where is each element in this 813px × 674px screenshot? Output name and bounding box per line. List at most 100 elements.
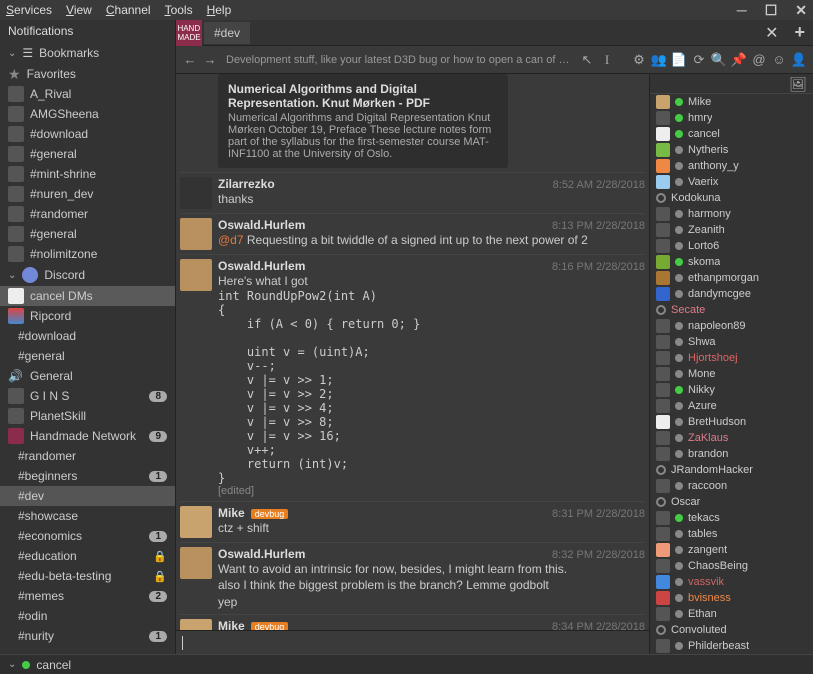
user-row[interactable]: ethanpmorgan xyxy=(650,270,813,286)
message-input[interactable] xyxy=(183,636,643,650)
sidebar-channel[interactable]: #randomer xyxy=(0,446,175,466)
user-row[interactable]: Mike xyxy=(650,94,813,110)
users-icon[interactable]: 👥 xyxy=(651,52,667,68)
avatar[interactable] xyxy=(180,506,212,538)
maximize-button[interactable]: ☐ xyxy=(765,2,778,19)
tab-dev[interactable]: #dev xyxy=(204,22,250,44)
image-icon[interactable]: 🖼 xyxy=(789,76,807,91)
refresh-icon[interactable]: ⟳ xyxy=(691,52,707,68)
search-icon[interactable]: 🔍 xyxy=(711,52,727,68)
user-row[interactable]: ZaKlaus xyxy=(650,430,813,446)
members-icon[interactable]: 👤 xyxy=(791,52,807,68)
user-row[interactable]: bvisness xyxy=(650,590,813,606)
sidebar-channel[interactable]: #edu-beta-testing🔒 xyxy=(0,566,175,586)
message-author[interactable]: Mike xyxy=(218,619,245,630)
sidebar-channel[interactable]: #education🔒 xyxy=(0,546,175,566)
sidebar-channel[interactable]: #download xyxy=(0,326,175,346)
ripcord-item[interactable]: Ripcord xyxy=(0,306,175,326)
sidebar-channel[interactable]: #odin xyxy=(0,606,175,626)
sidebar-favorite[interactable]: #nuren_dev xyxy=(0,184,175,204)
user-row[interactable]: Mone xyxy=(650,366,813,382)
avatar[interactable] xyxy=(180,218,212,250)
sidebar-favorite[interactable]: AMGSheena xyxy=(0,104,175,124)
user-row[interactable]: BretHudson xyxy=(650,414,813,430)
message-author[interactable]: Mike xyxy=(218,506,245,520)
message-author[interactable]: Oswald.Hurlem xyxy=(218,259,305,273)
sidebar-channel[interactable]: #memes2 xyxy=(0,586,175,606)
emoji-icon[interactable]: ☺ xyxy=(771,52,787,68)
sidebar-channel[interactable]: #economics1 xyxy=(0,526,175,546)
close-button[interactable]: ✕ xyxy=(795,2,807,19)
message-author[interactable]: Oswald.Hurlem xyxy=(218,547,305,561)
menu-channel[interactable]: Channel xyxy=(106,3,151,17)
user-row[interactable]: Shwa xyxy=(650,334,813,350)
cursor-icon[interactable]: ↖ xyxy=(579,52,595,68)
user-row[interactable]: cancel xyxy=(650,126,813,142)
user-row[interactable]: Kodokuna xyxy=(650,190,813,206)
user-row[interactable]: Nikky xyxy=(650,382,813,398)
sidebar-channel[interactable]: #showcase xyxy=(0,506,175,526)
message-author[interactable]: Zilarrezko xyxy=(218,177,275,191)
notifications-header[interactable]: Notifications xyxy=(0,20,175,42)
user-row[interactable]: hmry xyxy=(650,110,813,126)
user-row[interactable]: vassvik xyxy=(650,574,813,590)
menu-services[interactable]: Services xyxy=(6,3,52,17)
sidebar-favorite[interactable]: #general xyxy=(0,144,175,164)
avatar[interactable] xyxy=(180,177,212,209)
sidebar-channel[interactable]: 🔊General xyxy=(0,366,175,386)
tab-close-icon[interactable]: ✕ xyxy=(757,23,786,43)
tab-new-icon[interactable]: + xyxy=(786,22,813,43)
message-input-bar[interactable] xyxy=(176,630,649,654)
user-row[interactable]: Secate xyxy=(650,302,813,318)
sidebar-channel[interactable]: #general xyxy=(0,346,175,366)
user-row[interactable]: raccoon xyxy=(650,478,813,494)
gear-icon[interactable]: ⚙ xyxy=(631,52,647,68)
sidebar-favorite[interactable]: A_Rival xyxy=(0,84,175,104)
sidebar-favorite[interactable]: #randomer xyxy=(0,204,175,224)
sidebar-favorite[interactable]: #nolimitzone xyxy=(0,244,175,264)
text-select-icon[interactable]: I xyxy=(599,52,615,68)
sidebar-favorite[interactable]: #mint-shrine xyxy=(0,164,175,184)
forward-icon[interactable]: → xyxy=(202,52,218,68)
user-row[interactable]: napoleon89 xyxy=(650,318,813,334)
user-row[interactable]: Philderbeast xyxy=(650,638,813,654)
user-row[interactable]: Oscar xyxy=(650,494,813,510)
menu-help[interactable]: Help xyxy=(207,3,232,17)
discord-section[interactable]: ⌄ Discord xyxy=(0,264,175,286)
favorites-header[interactable]: ★ Favorites xyxy=(0,64,175,84)
user-row[interactable]: Lorto6 xyxy=(650,238,813,254)
user-row[interactable]: Ethan xyxy=(650,606,813,622)
back-icon[interactable]: ← xyxy=(182,52,198,68)
user-row[interactable]: tables xyxy=(650,526,813,542)
sidebar-channel[interactable]: #nurity1 xyxy=(0,626,175,646)
sidebar-favorite[interactable]: #general xyxy=(0,224,175,244)
user-row[interactable]: zangent xyxy=(650,542,813,558)
sidebar-favorite[interactable]: #download xyxy=(0,124,175,144)
user-row[interactable]: Zeanith xyxy=(650,222,813,238)
embed-card[interactable]: Numerical Algorithms and Digital Represe… xyxy=(218,74,508,168)
avatar[interactable] xyxy=(180,259,212,291)
message-author[interactable]: Oswald.Hurlem xyxy=(218,218,305,232)
avatar[interactable] xyxy=(180,619,212,630)
user-row[interactable]: Nytheris xyxy=(650,142,813,158)
server-icon[interactable]: HANDMADE xyxy=(176,20,202,46)
sidebar-channel[interactable]: G I N S8 xyxy=(0,386,175,406)
sidebar-channel[interactable]: #dev xyxy=(0,486,175,506)
pin-icon[interactable]: 📌 xyxy=(731,52,747,68)
user-row[interactable]: harmony xyxy=(650,206,813,222)
user-row[interactable]: Azure xyxy=(650,398,813,414)
sidebar-channel[interactable]: #beginners1 xyxy=(0,466,175,486)
user-row[interactable]: dandymcgee xyxy=(650,286,813,302)
sidebar-channel[interactable]: Handmade Network9 xyxy=(0,426,175,446)
user-row[interactable]: Convoluted xyxy=(650,622,813,638)
file-icon[interactable]: 📄 xyxy=(671,52,687,68)
user-row[interactable]: skoma xyxy=(650,254,813,270)
bookmarks-section[interactable]: ⌄ ☰ Bookmarks xyxy=(0,42,175,64)
menu-tools[interactable]: Tools xyxy=(165,3,193,17)
chevron-down-icon[interactable]: ⌄ xyxy=(8,659,16,670)
user-row[interactable]: tekacs xyxy=(650,510,813,526)
cancel-dms-item[interactable]: cancel DMs xyxy=(0,286,175,306)
user-row[interactable]: brandon xyxy=(650,446,813,462)
user-row[interactable]: anthony_y xyxy=(650,158,813,174)
user-row[interactable]: ChaosBeing xyxy=(650,558,813,574)
